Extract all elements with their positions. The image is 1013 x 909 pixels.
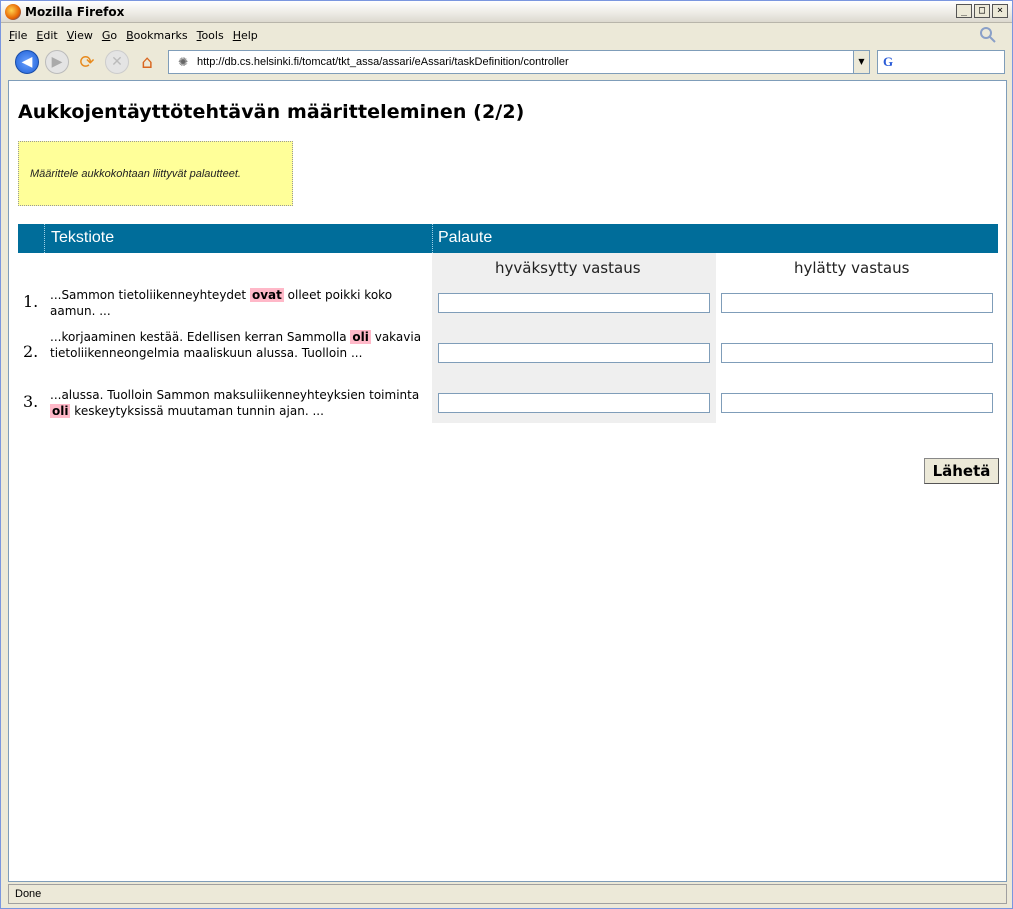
stop-icon[interactable]: ✕ xyxy=(105,50,129,74)
rejected-feedback-input[interactable] xyxy=(721,293,993,313)
menu-view[interactable]: View xyxy=(67,29,93,42)
header-feedback: Palaute xyxy=(438,229,493,246)
header-divider xyxy=(432,224,433,253)
row-text-excerpt: ...alussa. Tuolloin Sammon maksuliikenne… xyxy=(50,388,420,418)
table-header: Tekstiote Palaute xyxy=(18,224,998,253)
page-icon: ✺ xyxy=(177,55,189,69)
row-number: 1. xyxy=(23,292,39,311)
menu-tools[interactable]: Tools xyxy=(197,29,224,42)
accepted-feedback-input[interactable] xyxy=(438,343,710,363)
reload-icon[interactable]: ⟳ xyxy=(75,50,99,74)
status-bar: Done xyxy=(8,884,1007,904)
row-number: 2. xyxy=(23,342,39,361)
browser-window: Mozilla Firefox _ □ × File Edit View Go … xyxy=(0,0,1013,909)
menu-bookmarks[interactable]: Bookmarks xyxy=(126,29,187,42)
rejected-feedback-input[interactable] xyxy=(721,393,993,413)
row-text-excerpt: ...korjaaminen kestää. Edellisen kerran … xyxy=(50,330,422,360)
accepted-feedback-input[interactable] xyxy=(438,293,710,313)
submit-button[interactable]: Lähetä xyxy=(924,458,999,484)
home-icon[interactable]: ⌂ xyxy=(135,50,159,74)
subheader-rejected: hylätty vastaus xyxy=(794,259,910,277)
menu-file[interactable]: File xyxy=(9,29,27,42)
gap-word: oli xyxy=(350,330,371,344)
maximize-button[interactable]: □ xyxy=(974,4,990,18)
page-title: Aukkojentäyttötehtävän määritteleminen (… xyxy=(18,101,525,123)
title-bar: Mozilla Firefox _ □ × xyxy=(1,1,1012,23)
close-button[interactable]: × xyxy=(992,4,1008,18)
header-text-excerpt: Tekstiote xyxy=(51,229,115,246)
firefox-logo-icon xyxy=(5,3,21,20)
url-dropdown-icon[interactable]: ▼ xyxy=(853,51,869,73)
row-number: 3. xyxy=(23,392,39,411)
minimize-button[interactable]: _ xyxy=(956,4,972,18)
forward-arrow-icon[interactable]: ▶ xyxy=(45,50,69,74)
accepted-feedback-input[interactable] xyxy=(438,393,710,413)
navigation-toolbar: ◀ ▶ ⟳ ✕ ⌂ ✺ http://db.cs.helsinki.fi/tom… xyxy=(1,46,1012,78)
window-title: Mozilla Firefox xyxy=(25,4,125,19)
url-text[interactable]: http://db.cs.helsinki.fi/tomcat/tkt_assa… xyxy=(197,56,569,68)
back-arrow-icon[interactable]: ◀ xyxy=(15,50,39,74)
page-content: Aukkojentäyttötehtävän määritteleminen (… xyxy=(8,80,1007,882)
menu-go[interactable]: Go xyxy=(102,29,117,42)
search-engine-icon[interactable]: G xyxy=(883,54,899,70)
gap-word: ovat xyxy=(249,288,284,302)
address-bar[interactable]: ✺ http://db.cs.helsinki.fi/tomcat/tkt_as… xyxy=(168,50,870,74)
row-text-excerpt: ...Sammon tietoliikenneyhteydet ovat oll… xyxy=(50,288,393,318)
search-box[interactable]: G xyxy=(877,50,1005,74)
header-number-cell xyxy=(18,224,45,253)
instruction-note: Määrittele aukkokohtaan liittyvät palaut… xyxy=(18,141,293,206)
subheader-accepted: hyväksytty vastaus xyxy=(495,259,641,277)
rejected-feedback-input[interactable] xyxy=(721,343,993,363)
window-controls: _ □ × xyxy=(956,4,1008,18)
menu-bar: File Edit View Go Bookmarks Tools Help xyxy=(1,24,1012,46)
menu-edit[interactable]: Edit xyxy=(36,29,57,42)
menu-help[interactable]: Help xyxy=(233,29,258,42)
throbber-icon xyxy=(980,27,996,43)
gap-word: oli xyxy=(50,404,71,418)
